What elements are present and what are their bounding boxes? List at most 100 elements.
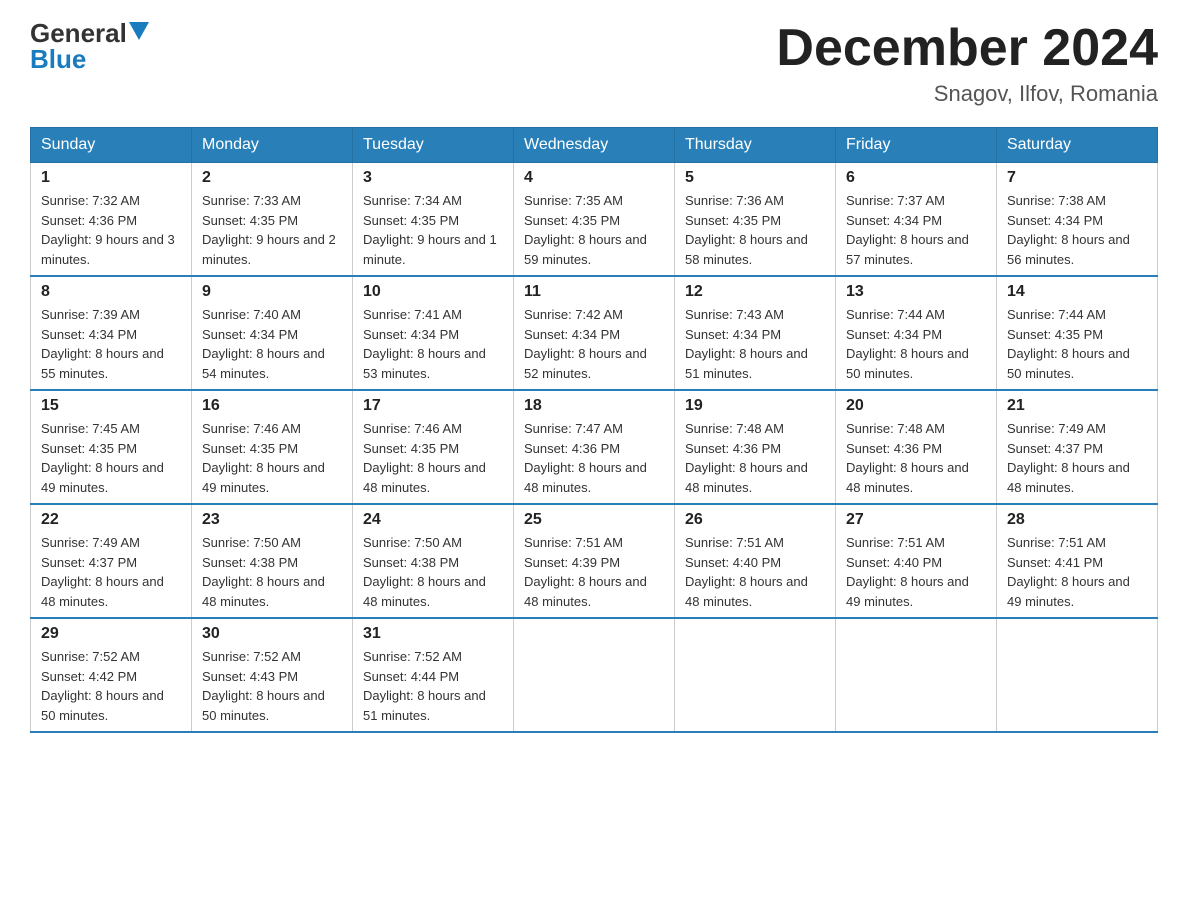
calendar-cell: 1 Sunrise: 7:32 AMSunset: 4:36 PMDayligh… xyxy=(31,163,192,277)
day-number: 21 xyxy=(1007,397,1147,415)
day-number: 8 xyxy=(41,283,181,301)
calendar-cell: 14 Sunrise: 7:44 AMSunset: 4:35 PMDaylig… xyxy=(997,276,1158,390)
calendar-cell: 30 Sunrise: 7:52 AMSunset: 4:43 PMDaylig… xyxy=(192,618,353,732)
day-info: Sunrise: 7:52 AMSunset: 4:43 PMDaylight:… xyxy=(202,649,325,723)
calendar-cell: 21 Sunrise: 7:49 AMSunset: 4:37 PMDaylig… xyxy=(997,390,1158,504)
calendar-week-row: 29 Sunrise: 7:52 AMSunset: 4:42 PMDaylig… xyxy=(31,618,1158,732)
day-number: 19 xyxy=(685,397,825,415)
day-number: 29 xyxy=(41,625,181,643)
calendar-cell: 26 Sunrise: 7:51 AMSunset: 4:40 PMDaylig… xyxy=(675,504,836,618)
day-number: 31 xyxy=(363,625,503,643)
day-number: 15 xyxy=(41,397,181,415)
calendar-cell: 18 Sunrise: 7:47 AMSunset: 4:36 PMDaylig… xyxy=(514,390,675,504)
calendar-cell: 7 Sunrise: 7:38 AMSunset: 4:34 PMDayligh… xyxy=(997,163,1158,277)
calendar-cell: 13 Sunrise: 7:44 AMSunset: 4:34 PMDaylig… xyxy=(836,276,997,390)
day-number: 9 xyxy=(202,283,342,301)
weekday-header-saturday: Saturday xyxy=(997,128,1158,163)
calendar-cell: 19 Sunrise: 7:48 AMSunset: 4:36 PMDaylig… xyxy=(675,390,836,504)
day-number: 27 xyxy=(846,511,986,529)
day-info: Sunrise: 7:33 AMSunset: 4:35 PMDaylight:… xyxy=(202,193,336,267)
day-info: Sunrise: 7:41 AMSunset: 4:34 PMDaylight:… xyxy=(363,307,486,381)
day-number: 5 xyxy=(685,169,825,187)
calendar-cell: 4 Sunrise: 7:35 AMSunset: 4:35 PMDayligh… xyxy=(514,163,675,277)
weekday-header-tuesday: Tuesday xyxy=(353,128,514,163)
day-info: Sunrise: 7:51 AMSunset: 4:40 PMDaylight:… xyxy=(685,535,808,609)
day-info: Sunrise: 7:45 AMSunset: 4:35 PMDaylight:… xyxy=(41,421,164,495)
calendar-cell xyxy=(997,618,1158,732)
day-info: Sunrise: 7:39 AMSunset: 4:34 PMDaylight:… xyxy=(41,307,164,381)
day-info: Sunrise: 7:49 AMSunset: 4:37 PMDaylight:… xyxy=(41,535,164,609)
day-number: 23 xyxy=(202,511,342,529)
day-number: 17 xyxy=(363,397,503,415)
day-number: 16 xyxy=(202,397,342,415)
calendar-cell: 2 Sunrise: 7:33 AMSunset: 4:35 PMDayligh… xyxy=(192,163,353,277)
calendar-cell: 3 Sunrise: 7:34 AMSunset: 4:35 PMDayligh… xyxy=(353,163,514,277)
logo: General Blue xyxy=(30,20,149,72)
logo-blue-text: Blue xyxy=(30,46,86,72)
day-number: 13 xyxy=(846,283,986,301)
day-number: 10 xyxy=(363,283,503,301)
day-info: Sunrise: 7:46 AMSunset: 4:35 PMDaylight:… xyxy=(363,421,486,495)
logo-general-text: General xyxy=(30,20,127,46)
weekday-header-wednesday: Wednesday xyxy=(514,128,675,163)
day-info: Sunrise: 7:42 AMSunset: 4:34 PMDaylight:… xyxy=(524,307,647,381)
day-info: Sunrise: 7:38 AMSunset: 4:34 PMDaylight:… xyxy=(1007,193,1130,267)
day-number: 7 xyxy=(1007,169,1147,187)
day-number: 3 xyxy=(363,169,503,187)
day-number: 26 xyxy=(685,511,825,529)
day-number: 24 xyxy=(363,511,503,529)
calendar-cell: 28 Sunrise: 7:51 AMSunset: 4:41 PMDaylig… xyxy=(997,504,1158,618)
day-number: 4 xyxy=(524,169,664,187)
weekday-header-sunday: Sunday xyxy=(31,128,192,163)
calendar-cell: 31 Sunrise: 7:52 AMSunset: 4:44 PMDaylig… xyxy=(353,618,514,732)
calendar-cell xyxy=(836,618,997,732)
day-info: Sunrise: 7:37 AMSunset: 4:34 PMDaylight:… xyxy=(846,193,969,267)
day-number: 22 xyxy=(41,511,181,529)
calendar-cell xyxy=(675,618,836,732)
day-info: Sunrise: 7:34 AMSunset: 4:35 PMDaylight:… xyxy=(363,193,497,267)
calendar-cell: 5 Sunrise: 7:36 AMSunset: 4:35 PMDayligh… xyxy=(675,163,836,277)
calendar-cell: 15 Sunrise: 7:45 AMSunset: 4:35 PMDaylig… xyxy=(31,390,192,504)
logo-triangle-icon xyxy=(129,22,149,40)
day-info: Sunrise: 7:47 AMSunset: 4:36 PMDaylight:… xyxy=(524,421,647,495)
day-info: Sunrise: 7:44 AMSunset: 4:35 PMDaylight:… xyxy=(1007,307,1130,381)
calendar-week-row: 22 Sunrise: 7:49 AMSunset: 4:37 PMDaylig… xyxy=(31,504,1158,618)
calendar-week-row: 1 Sunrise: 7:32 AMSunset: 4:36 PMDayligh… xyxy=(31,163,1158,277)
calendar-cell xyxy=(514,618,675,732)
day-info: Sunrise: 7:44 AMSunset: 4:34 PMDaylight:… xyxy=(846,307,969,381)
calendar-cell: 17 Sunrise: 7:46 AMSunset: 4:35 PMDaylig… xyxy=(353,390,514,504)
calendar-cell: 6 Sunrise: 7:37 AMSunset: 4:34 PMDayligh… xyxy=(836,163,997,277)
calendar-cell: 11 Sunrise: 7:42 AMSunset: 4:34 PMDaylig… xyxy=(514,276,675,390)
day-number: 30 xyxy=(202,625,342,643)
day-number: 18 xyxy=(524,397,664,415)
day-info: Sunrise: 7:46 AMSunset: 4:35 PMDaylight:… xyxy=(202,421,325,495)
month-title: December 2024 xyxy=(776,20,1158,77)
day-info: Sunrise: 7:32 AMSunset: 4:36 PMDaylight:… xyxy=(41,193,175,267)
weekday-header-friday: Friday xyxy=(836,128,997,163)
day-number: 11 xyxy=(524,283,664,301)
day-info: Sunrise: 7:49 AMSunset: 4:37 PMDaylight:… xyxy=(1007,421,1130,495)
day-number: 20 xyxy=(846,397,986,415)
day-info: Sunrise: 7:48 AMSunset: 4:36 PMDaylight:… xyxy=(685,421,808,495)
day-info: Sunrise: 7:36 AMSunset: 4:35 PMDaylight:… xyxy=(685,193,808,267)
day-number: 25 xyxy=(524,511,664,529)
day-number: 2 xyxy=(202,169,342,187)
page-header: General Blue December 2024 Snagov, Ilfov… xyxy=(30,20,1158,107)
day-info: Sunrise: 7:35 AMSunset: 4:35 PMDaylight:… xyxy=(524,193,647,267)
day-number: 14 xyxy=(1007,283,1147,301)
calendar-cell: 27 Sunrise: 7:51 AMSunset: 4:40 PMDaylig… xyxy=(836,504,997,618)
calendar-cell: 29 Sunrise: 7:52 AMSunset: 4:42 PMDaylig… xyxy=(31,618,192,732)
day-info: Sunrise: 7:50 AMSunset: 4:38 PMDaylight:… xyxy=(202,535,325,609)
calendar-cell: 24 Sunrise: 7:50 AMSunset: 4:38 PMDaylig… xyxy=(353,504,514,618)
weekday-header-monday: Monday xyxy=(192,128,353,163)
calendar-cell: 12 Sunrise: 7:43 AMSunset: 4:34 PMDaylig… xyxy=(675,276,836,390)
day-info: Sunrise: 7:43 AMSunset: 4:34 PMDaylight:… xyxy=(685,307,808,381)
day-number: 6 xyxy=(846,169,986,187)
calendar-table: SundayMondayTuesdayWednesdayThursdayFrid… xyxy=(30,127,1158,733)
day-info: Sunrise: 7:40 AMSunset: 4:34 PMDaylight:… xyxy=(202,307,325,381)
calendar-cell: 23 Sunrise: 7:50 AMSunset: 4:38 PMDaylig… xyxy=(192,504,353,618)
day-number: 28 xyxy=(1007,511,1147,529)
calendar-week-row: 15 Sunrise: 7:45 AMSunset: 4:35 PMDaylig… xyxy=(31,390,1158,504)
day-info: Sunrise: 7:51 AMSunset: 4:39 PMDaylight:… xyxy=(524,535,647,609)
day-number: 12 xyxy=(685,283,825,301)
